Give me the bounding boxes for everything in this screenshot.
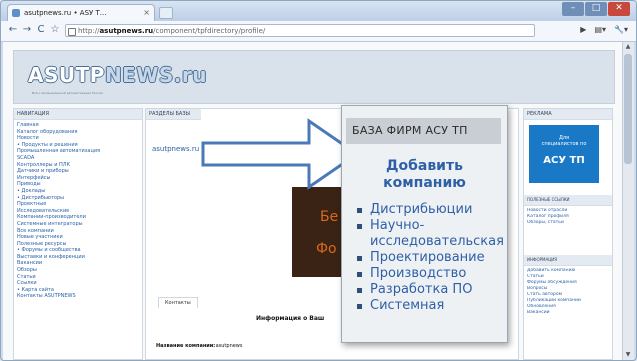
left-nav-item[interactable]: Обзоры [17,267,139,274]
right-header: РЕКЛАМА [524,109,612,120]
scroll-up-icon[interactable]: ▲ [624,43,632,51]
popup-category-list: Дистрибьюции Научно-исследовательская Пр… [356,202,504,314]
left-nav-item[interactable]: Новые участники [17,234,139,241]
url-prefix: http:// [78,27,100,35]
forward-button[interactable]: → [21,24,33,35]
left-nav-item[interactable]: • Карта сайта [17,287,139,294]
right-links-list: Новости отрасли Каталог профиля Обзоры, … [524,208,612,226]
page-menu-icon[interactable]: ▤▾ [594,25,606,34]
page-icon [68,28,76,36]
left-nav-item[interactable]: Проектные [17,201,139,208]
company-database-popup: БАЗА ФИРМ АСУ ТП Добавить компанию Дистр… [341,105,508,343]
toolbar-right: ▶ ▤▾ 🔧▾ [580,25,628,34]
favicon-icon [12,9,20,17]
right-info-link[interactable]: Вакансии [527,310,609,316]
company-name-label: Название компании: [156,343,216,349]
left-nav-item[interactable]: Вакансии [17,260,139,267]
left-nav-item[interactable]: Системные интеграторы [17,221,139,228]
popup-category-item[interactable]: Научно-исследовательская [356,218,504,250]
browser-window: asutpnews.ru • ASУ Т... × – □ ✕ ← → C ☆ … [0,0,637,361]
left-nav-item[interactable]: Главная [17,122,139,129]
left-nav-item[interactable]: Статьи [17,274,139,281]
tab-contacts[interactable]: Контакты [158,297,198,308]
site-header: ASUTPNEWS.ru Всё о промышленной автомати… [13,50,615,104]
new-tab-button[interactable] [159,7,173,19]
add-company-link[interactable]: Добавить компанию [352,158,497,192]
url-domain: asutpnews.ru [99,27,154,35]
left-nav-item[interactable]: • Дистрибьюторы [17,195,139,202]
left-nav-item[interactable]: Выставки и конференции [17,254,139,261]
title-bar: asutpnews.ru • ASУ Т... × – □ ✕ [1,1,636,21]
left-nav-item[interactable]: Каталог оборудования [17,129,139,136]
left-navigation: НАВИГАЦИЯ Главная Каталог оборудования Н… [13,108,143,360]
left-nav-item[interactable]: Исследовательские [17,208,139,215]
left-nav-item[interactable]: Контакты ASUTPNEWS [17,293,139,300]
left-nav-list: Главная Каталог оборудования Новости • П… [14,122,142,300]
right-info-header: ИНФОРМАЦИЯ [524,255,612,266]
left-nav-item[interactable]: Полезные ресурсы [17,241,139,248]
page-scrollbar[interactable]: ▲ ▼ [622,42,634,360]
left-nav-item[interactable]: Контроллеры и ПЛК [17,162,139,169]
left-nav-item[interactable]: SCADA [17,155,139,162]
window-controls: – □ ✕ [562,2,630,16]
popup-category-item[interactable]: Дистрибьюции [356,202,504,218]
logo-text-b: NEWS.ru [104,63,208,87]
left-nav-item[interactable]: Датчики и приборы [17,168,139,175]
tab-title: asutpnews.ru • ASУ Т... [24,9,107,17]
right-links-block: ПОЛЕЗНЫЕ ССЫЛКИ Новости отрасли Каталог … [524,195,612,226]
right-info-block: ИНФОРМАЦИЯ Добавить компанию Статьи Фору… [524,255,612,316]
wrench-menu-icon[interactable]: 🔧▾ [614,25,628,34]
reload-button[interactable]: C [35,24,47,35]
info-title: Информация о Ваш [256,315,325,322]
left-nav-item[interactable]: Промышленная автоматизация [17,148,139,155]
main-header: РАЗДЕЛЫ БАЗЫ [146,109,201,120]
tab-close-icon[interactable]: × [143,5,150,21]
site-logo[interactable]: ASUTPNEWS.ru [28,63,207,87]
minimize-button[interactable]: – [562,2,584,16]
left-nav-item[interactable]: Новости [17,135,139,142]
popup-category-item[interactable]: Системная [356,298,504,314]
popup-title: БАЗА ФИРМ АСУ ТП [346,118,501,144]
left-nav-item[interactable]: • Доклады [17,188,139,195]
callout-arrow-icon [201,118,360,190]
left-nav-item[interactable]: • Продукты и решения [17,142,139,149]
left-nav-header: НАВИГАЦИЯ [14,109,142,120]
address-bar[interactable]: http://asutpnews.ru/component/tpfdirecto… [65,24,535,37]
play-icon[interactable]: ▶ [580,25,586,34]
banner-text-1: Бе [320,209,339,225]
left-nav-item[interactable]: Ссылки [17,280,139,287]
back-button[interactable]: ← [7,24,19,35]
url-path: /component/tpfdirectory/profile/ [153,27,266,35]
company-name-row: Название компании: asutpnews [156,343,243,349]
web-page: ASUTPNEWS.ru Всё о промышленной автомати… [3,42,622,360]
promo-title: АСУ ТП [543,155,585,166]
promo-line-1: Для [558,135,570,141]
maximize-button[interactable]: □ [585,2,607,16]
promo-banner[interactable]: Для специалистов по АСУ ТП [529,125,599,183]
right-sidebar: РЕКЛАМА Для специалистов по АСУ ТП ПОЛЕЗ… [523,108,613,360]
right-links-header: ПОЛЕЗНЫЕ ССЫЛКИ [524,195,612,206]
left-nav-item[interactable]: Приводы [17,181,139,188]
site-tagline: Всё о промышленной автоматизации России [32,91,103,95]
popup-category-item[interactable]: Производство [356,266,504,282]
left-nav-item[interactable]: Компании-производители [17,214,139,221]
right-info-list: Добавить компанию Статьи Форумы обсужден… [524,268,612,316]
popup-category-item[interactable]: Проектирование [356,250,504,266]
banner-text-2: Фо [316,241,337,257]
right-link[interactable]: Обзоры, статьи [527,220,609,226]
left-nav-item[interactable]: • Форумы и сообщества [17,247,139,254]
left-nav-item[interactable]: Интерфейсы [17,175,139,182]
popup-category-item[interactable]: Разработка ПО [356,282,504,298]
bookmark-star-icon[interactable]: ☆ [49,24,61,35]
scroll-thumb[interactable] [624,54,632,164]
promo-line-2: специалистов по [541,141,587,147]
company-name-value: asutpnews [215,343,243,349]
scroll-down-icon[interactable]: ▼ [624,351,632,359]
logo-text-a: ASUTP [28,63,105,87]
browser-tab[interactable]: asutpnews.ru • ASУ Т... × [7,4,155,21]
left-nav-item[interactable]: Все компании [17,228,139,235]
close-window-button[interactable]: ✕ [608,2,630,16]
browser-toolbar: ← → C ☆ http://asutpnews.ru/component/tp… [1,21,636,42]
